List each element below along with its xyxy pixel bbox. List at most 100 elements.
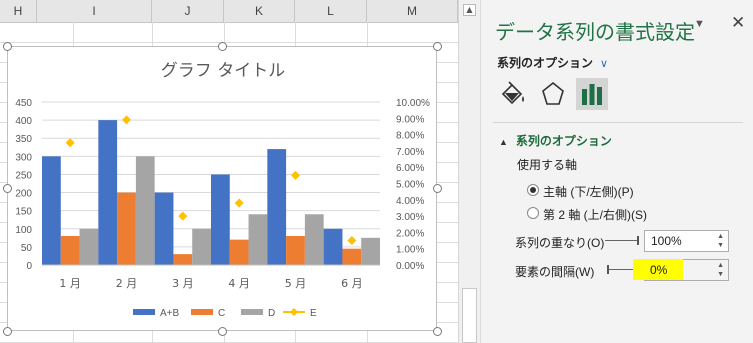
- legend-swatch: [290, 308, 298, 316]
- bar-ab: [42, 156, 61, 265]
- effects-tab[interactable]: [537, 78, 569, 110]
- pane-separator: [493, 122, 743, 123]
- resize-handle-bottom-right[interactable]: [433, 327, 442, 336]
- y-axis-tick-label: 400: [15, 116, 32, 127]
- y-axis-tick-label: 250: [15, 170, 32, 181]
- marker-e: [65, 138, 75, 148]
- bar-c: [286, 236, 305, 265]
- series-options-dropdown[interactable]: 系列のオプション ∨: [497, 54, 608, 71]
- x-axis-tick-label: 4 月: [228, 277, 250, 290]
- column-header-m[interactable]: M: [367, 0, 458, 22]
- series-options-tab[interactable]: [576, 78, 608, 110]
- bar-d: [135, 156, 155, 265]
- marker-e: [347, 236, 357, 246]
- y2-axis-tick-label: 6.00%: [396, 163, 424, 174]
- gap-width-value[interactable]: 0%: [650, 263, 667, 277]
- secondary-axis-label[interactable]: 第 2 軸 (上/右側)(S): [543, 206, 647, 223]
- bar-ab: [154, 192, 174, 265]
- y2-axis-tick-label: 1.00%: [396, 245, 424, 256]
- bar-ab: [98, 120, 118, 265]
- chart-title: グラフ タイトル: [161, 61, 285, 81]
- format-data-series-pane: データ系列の書式設定 ▼ ✕ 系列のオプション ∨ ▲ 系列のオプション 使用する軸…: [480, 0, 753, 343]
- paint-bucket-icon: [501, 81, 524, 105]
- y2-axis-tick-label: 0.00%: [396, 261, 424, 272]
- primary-axis-label[interactable]: 主軸 (下/左側)(P): [543, 183, 634, 200]
- column-header-l[interactable]: L: [295, 0, 367, 22]
- chart-area[interactable]: グラフ タイトル 0 50 100 150 200 250 300 350 400 450 0.00%…: [7, 46, 437, 331]
- overlap-spinner[interactable]: 100% ▲ ▼: [644, 230, 729, 252]
- scroll-up-arrow-icon[interactable]: ▲: [463, 4, 476, 16]
- x-axis-tick-label: 3 月: [172, 277, 194, 290]
- bar-c: [60, 236, 80, 265]
- series-options-section-header[interactable]: ▲ 系列のオプション: [499, 132, 612, 149]
- axis-label: 使用する軸: [517, 158, 578, 172]
- legend-label: C: [218, 308, 225, 319]
- y2-axis-tick-label: 4.00%: [396, 196, 424, 207]
- bar-d: [304, 214, 324, 265]
- resize-handle-bottom[interactable]: [218, 327, 227, 336]
- spin-arrows-icon[interactable]: ▲ ▼: [717, 232, 724, 250]
- spreadsheet-grid[interactable]: H I J K L M グラフ タイトル 0 50 100 150 200 250 300 35…: [0, 0, 458, 343]
- legend-swatch: [133, 309, 155, 315]
- pane-menu-chevron-icon[interactable]: ▼: [694, 18, 705, 30]
- spin-arrows-icon[interactable]: ▲ ▼: [717, 261, 724, 279]
- resize-handle-right[interactable]: [433, 184, 442, 193]
- y2-axis-tick-label: 2.00%: [396, 228, 424, 239]
- y-axis-tick-label: 200: [15, 189, 32, 200]
- bar-d: [361, 237, 380, 265]
- y2-axis-tick-label: 3.00%: [396, 212, 424, 223]
- x-axis-tick-label: 1 月: [59, 277, 81, 290]
- y-axis-tick-label: 350: [15, 134, 32, 145]
- bar-chart-icon: [582, 84, 602, 105]
- bar-d: [248, 214, 268, 265]
- column-headers: H I J K L M: [0, 0, 458, 23]
- x-axis-tick-label: 5 月: [285, 277, 307, 290]
- overlap-value: 100%: [651, 234, 682, 248]
- column-header-h[interactable]: H: [0, 0, 37, 22]
- vertical-scrollbar[interactable]: ▲: [458, 0, 480, 343]
- resize-handle-top-right[interactable]: [433, 42, 442, 51]
- bar-d: [79, 228, 99, 265]
- legend-swatch: [191, 309, 213, 315]
- secondary-axis-radio[interactable]: [527, 207, 539, 219]
- column-header-i[interactable]: I: [37, 0, 152, 22]
- chevron-down-icon: ∨: [600, 58, 609, 70]
- y-axis-tick-label: 50: [21, 243, 33, 254]
- marker-e: [178, 211, 188, 221]
- pane-title: データ系列の書式設定: [495, 22, 695, 44]
- y-axis-tick-label: 0: [26, 261, 32, 272]
- section-title: 系列のオプション: [515, 134, 612, 148]
- fill-line-tab[interactable]: [497, 78, 529, 110]
- overlap-slider-thumb[interactable]: [637, 236, 639, 245]
- pentagon-icon: [542, 81, 564, 105]
- overlap-slider[interactable]: [605, 240, 639, 241]
- series-options-dropdown-label: 系列のオプション: [497, 56, 594, 70]
- y-axis-tick-label: 100: [15, 225, 32, 236]
- y-axis-tick-label: 300: [15, 152, 32, 163]
- scroll-thumb[interactable]: [462, 288, 477, 343]
- chart-svg[interactable]: グラフ タイトル 0 50 100 150 200 250 300 350 400 450 0.00%…: [8, 47, 438, 332]
- close-icon[interactable]: ✕: [731, 13, 745, 33]
- x-axis-tick-label: 6 月: [341, 277, 363, 290]
- y2-axis-tick-label: 10.00%: [396, 98, 430, 109]
- resize-handle-top-left[interactable]: [3, 42, 12, 51]
- bar-ab: [211, 174, 230, 265]
- bar-c: [173, 254, 193, 265]
- resize-handle-top[interactable]: [218, 42, 227, 51]
- primary-axis-radio[interactable]: [527, 184, 539, 196]
- legend-label: E: [310, 308, 317, 319]
- resize-handle-left[interactable]: [3, 184, 12, 193]
- y-axis-tick-label: 450: [15, 98, 32, 109]
- bar-c: [229, 239, 249, 265]
- column-header-j[interactable]: J: [152, 0, 224, 22]
- legend-swatch: [241, 309, 263, 315]
- y2-axis-tick-label: 5.00%: [396, 180, 424, 191]
- resize-handle-bottom-left[interactable]: [3, 327, 12, 336]
- x-axis-tick-label: 2 月: [116, 277, 138, 290]
- y2-axis-tick-label: 7.00%: [396, 147, 424, 158]
- marker-e: [291, 170, 300, 180]
- marker-e: [234, 198, 244, 208]
- column-header-k[interactable]: K: [224, 0, 295, 22]
- legend-label: D: [268, 308, 275, 319]
- bar-c: [342, 248, 362, 265]
